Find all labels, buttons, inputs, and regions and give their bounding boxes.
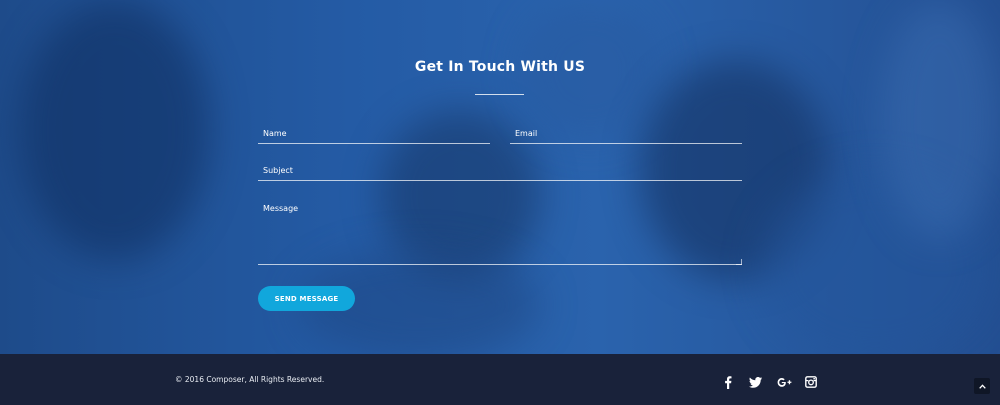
scroll-to-top-button[interactable] (974, 378, 990, 394)
message-field[interactable] (258, 202, 742, 265)
twitter-icon[interactable] (748, 375, 762, 389)
background-photo-shape (20, 0, 210, 260)
footer: © 2016 Composer, All Rights Reserved. (0, 354, 1000, 405)
send-message-button[interactable]: SEND MESSAGE (258, 286, 355, 311)
email-field[interactable] (510, 124, 742, 144)
textarea-resize-handle[interactable] (736, 259, 742, 265)
background-photo-shape (880, 0, 1000, 240)
subject-field[interactable] (258, 161, 742, 181)
google-plus-icon[interactable] (776, 375, 792, 389)
facebook-icon[interactable] (722, 375, 734, 389)
chevron-up-icon (978, 383, 986, 389)
title-divider (475, 94, 524, 95)
contact-section: Get In Touch With US SEND MESSAGE (0, 0, 1000, 354)
copyright-text: © 2016 Composer, All Rights Reserved. (175, 375, 325, 384)
instagram-icon[interactable] (804, 375, 818, 389)
name-field[interactable] (258, 124, 490, 144)
section-title: Get In Touch With US (414, 59, 586, 75)
